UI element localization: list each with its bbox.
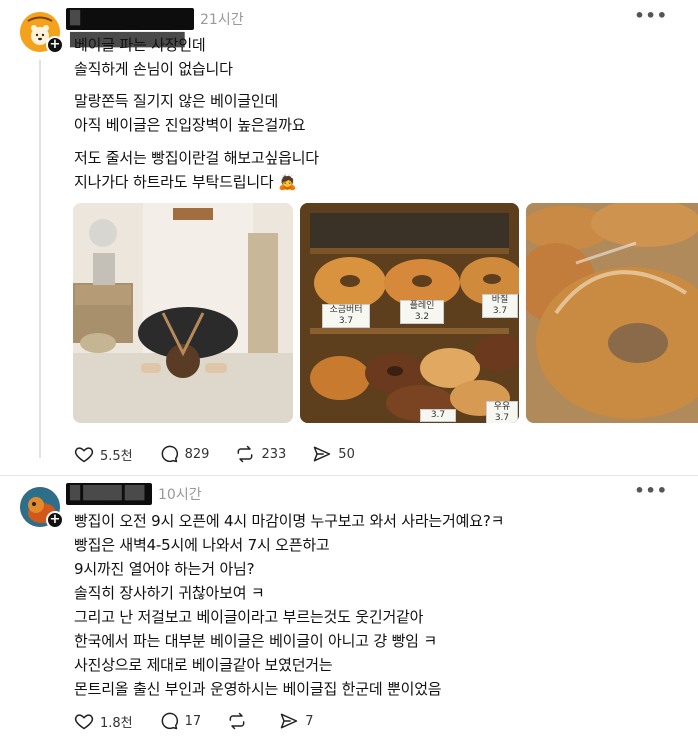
username[interactable]: █ ████████████ — [66, 8, 194, 48]
media-photo-bagel-display[interactable]: 소금버터 3.7 플레인 3.2 바질 3.7 3.7 우유 3.7 — [300, 203, 519, 423]
post-line: 솔직하게 손님이 없습니다 — [74, 60, 233, 78]
post-line: 솔직히 장사하기 귀찮아보여 ㅋ — [74, 584, 265, 602]
share-count: 7 — [305, 713, 314, 729]
like-count: 1.8천 — [100, 715, 133, 731]
post-line: 한국에서 파는 대부분 베이글은 베이글이 아니고 걍 빵임 ㅋ — [74, 632, 437, 650]
post-line: 말랑쫀득 질기지 않은 베이글인데 — [74, 92, 279, 110]
action-bar: 1.8천 17 7 — [74, 711, 339, 731]
more-options-icon[interactable]: ••• — [634, 481, 668, 500]
post-1: + █ ████████████ 21시간 ••• 베이글 파는 사장인데 솔직… — [0, 0, 698, 475]
post-line: 사진상으로 제대로 베이글같아 보였던거는 — [74, 656, 333, 674]
comment-icon — [161, 445, 178, 463]
thread-line — [39, 60, 41, 458]
action-bar: 5.5천 829 233 50 — [74, 444, 381, 464]
like-count: 5.5천 — [100, 448, 133, 464]
media-photo-bowing[interactable] — [73, 203, 293, 423]
comment-icon — [161, 712, 178, 730]
send-icon — [280, 713, 298, 729]
username[interactable]: █ ████ ██ — [66, 483, 152, 505]
like-button[interactable]: 1.8천 — [74, 711, 133, 731]
comment-count: 829 — [184, 446, 210, 462]
post-line: 저도 줄서는 빵집이란걸 해보고싶읍니다 — [74, 149, 319, 167]
comment-button[interactable]: 829 — [159, 444, 210, 464]
post-line: 베이글 파는 사장인데 — [74, 36, 206, 54]
share-button[interactable]: 7 — [279, 711, 313, 731]
share-button[interactable]: 50 — [312, 444, 355, 464]
post-line: 그리고 난 저걸보고 베이글이라고 부르는것도 웃긴거같아 — [74, 608, 424, 626]
media-photo-bagel-closeup[interactable] — [526, 203, 698, 423]
like-button[interactable]: 5.5천 — [74, 444, 133, 464]
post-line: 몬트리올 출신 부인과 운영하시는 베이글집 한군데 뿐이었음 — [74, 680, 442, 698]
timestamp: 21시간 — [200, 12, 244, 28]
price-tag: 소금버터 3.7 — [322, 304, 370, 328]
heart-icon — [74, 714, 94, 730]
post-line: 지나가다 하트라도 부탁드립니다 🙇 — [74, 173, 297, 191]
more-options-icon[interactable]: ••• — [634, 6, 668, 25]
repost-button[interactable]: 233 — [235, 444, 286, 464]
follow-plus-icon[interactable]: + — [46, 511, 64, 529]
share-count: 50 — [338, 446, 355, 462]
bowing-owner-photo — [73, 203, 293, 423]
price-tag: 바질 3.7 — [482, 294, 518, 318]
post-2: + █ ████ ██ 10시간 ••• 빵집이 오전 9시 오픈에 4시 마감… — [0, 475, 698, 738]
timestamp: 10시간 — [158, 487, 202, 503]
price-tag: 플레인 3.2 — [400, 300, 444, 324]
repost-button[interactable] — [227, 711, 253, 731]
heart-icon — [74, 447, 94, 463]
comment-button[interactable]: 17 — [159, 711, 202, 731]
post-line: 9시까진 열어야 하는거 아님? — [74, 560, 255, 578]
repost-icon — [229, 712, 245, 730]
bagel-closeup-photo — [526, 203, 698, 423]
post-line: 빵집이 오전 9시 오픈에 4시 마감이명 누구보고 와서 사라는거예요?ㅋ — [74, 512, 505, 530]
repost-icon — [238, 445, 253, 463]
price-tag: 우유 3.7 — [486, 401, 518, 423]
comment-count: 17 — [184, 713, 202, 729]
post-line: 빵집은 새벽4-5시에 나와서 7시 오픈하고 — [74, 536, 330, 554]
post-line: 아직 베이글은 진입장벽이 높은걸까요 — [74, 116, 306, 134]
price-tag: 3.7 — [420, 409, 456, 422]
follow-plus-icon[interactable]: + — [46, 36, 64, 54]
repost-count: 233 — [261, 446, 287, 462]
send-icon — [314, 446, 331, 462]
